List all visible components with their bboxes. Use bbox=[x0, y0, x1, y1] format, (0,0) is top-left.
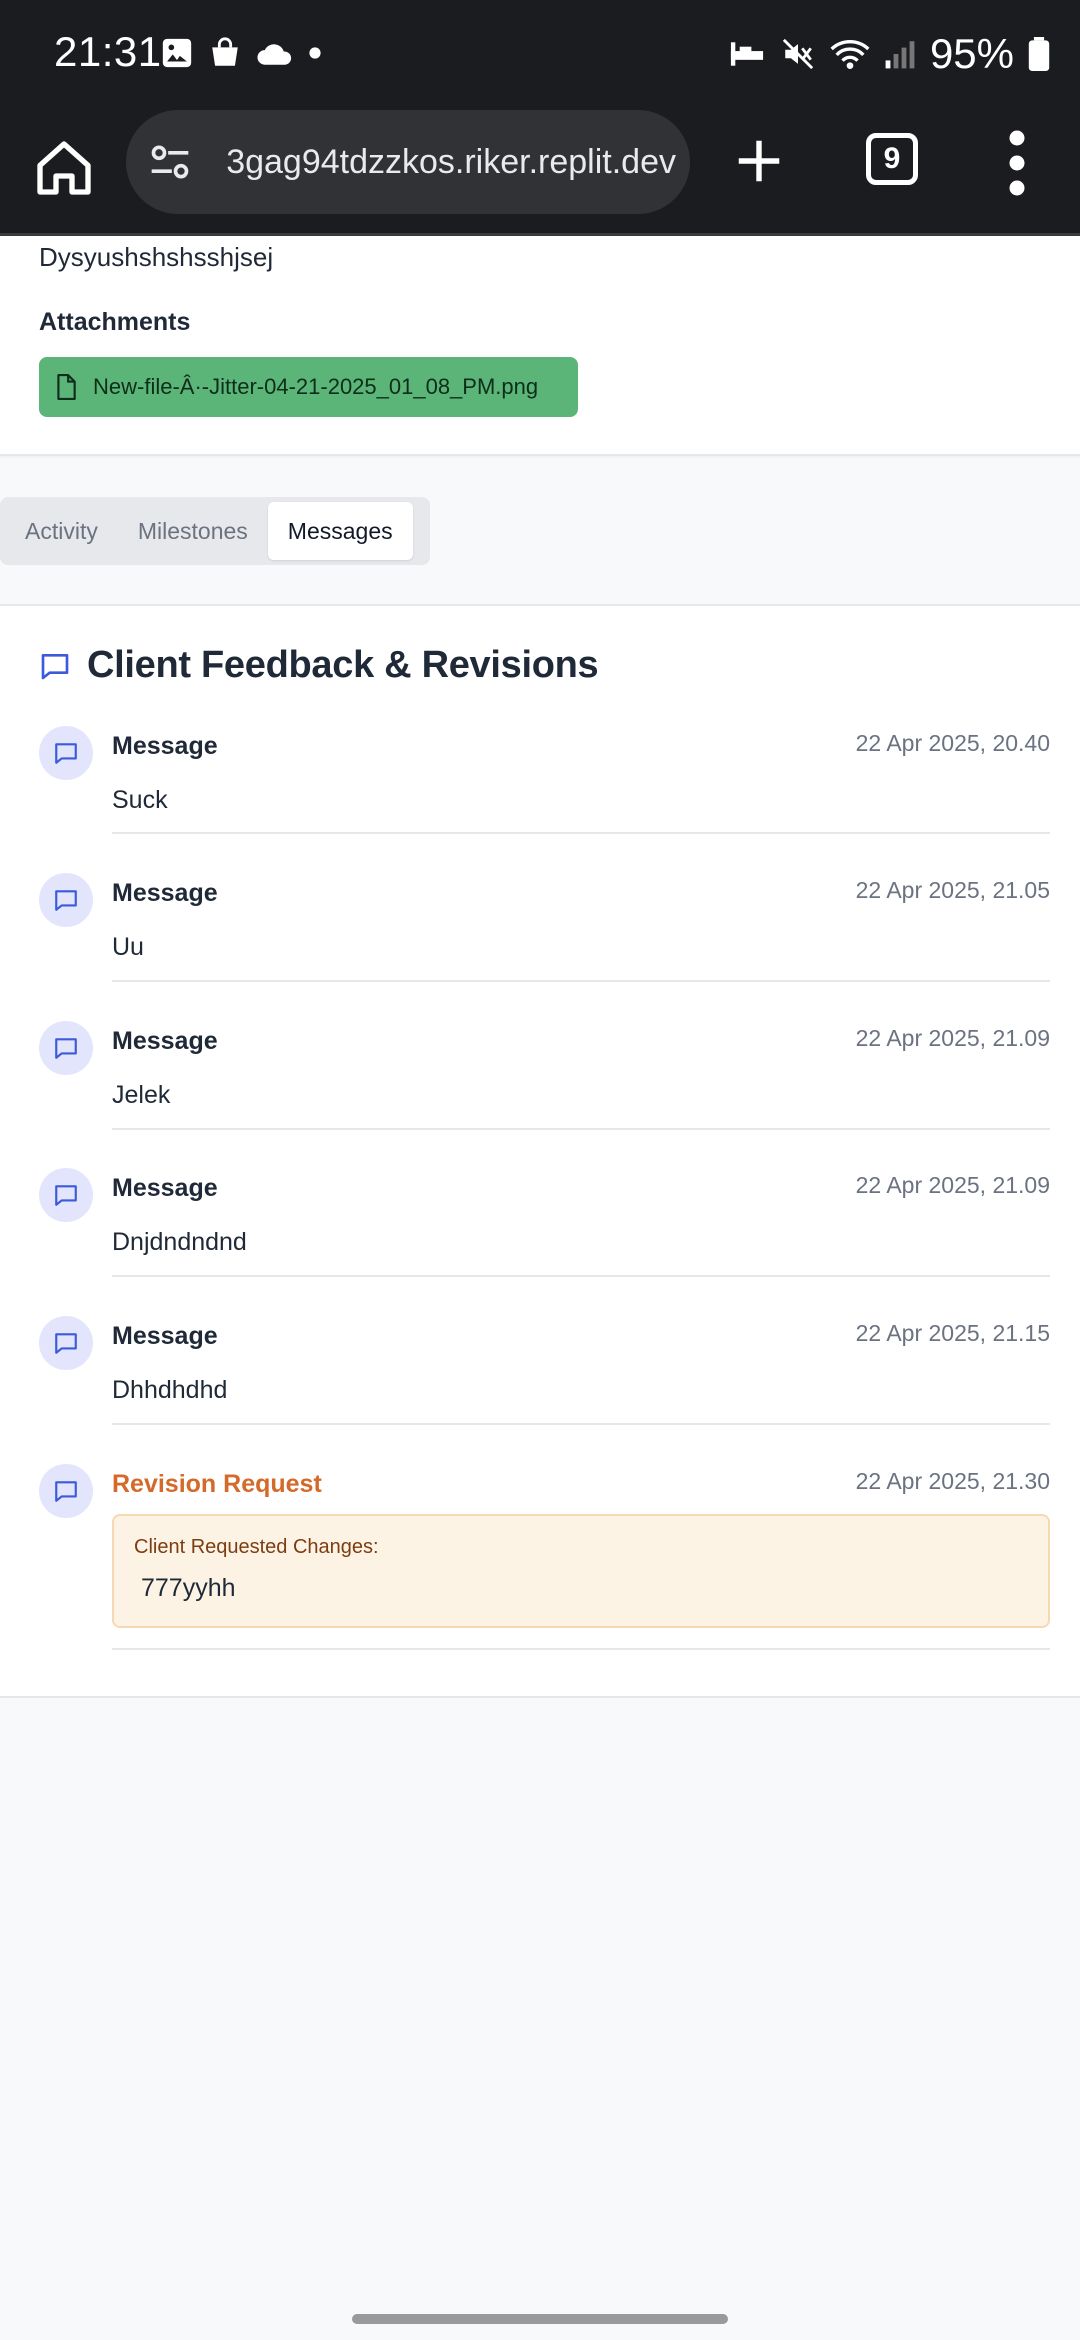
message-square-icon bbox=[41, 653, 69, 679]
message-avatar bbox=[39, 1168, 93, 1222]
message-text: Suck bbox=[112, 786, 168, 814]
message-item: Message 22 Apr 2025, 20.40 Suck bbox=[39, 726, 1050, 876]
status-bar: 21:31 95% bbox=[0, 0, 1080, 110]
message-icon bbox=[55, 1038, 77, 1059]
message-avatar bbox=[39, 1021, 93, 1075]
messages-card: Client Feedback & Revisions Message 22 A… bbox=[0, 604, 1080, 1698]
gallery-icon bbox=[162, 38, 192, 68]
message-avatar bbox=[39, 1464, 93, 1518]
attachments-heading: Attachments bbox=[39, 308, 191, 336]
message-item: Message 22 Apr 2025, 21.15 Dhhdhdhd bbox=[39, 1316, 1050, 1466]
url-text[interactable]: 3gag94tdzzkos.riker.replit.dev bbox=[206, 140, 676, 184]
site-settings-icon[interactable] bbox=[148, 140, 192, 184]
more-menu-icon[interactable] bbox=[1004, 128, 1030, 198]
message-type: Message bbox=[112, 1027, 218, 1055]
message-divider bbox=[112, 832, 1050, 834]
message-timestamp: 22 Apr 2025, 21.09 bbox=[855, 1025, 1050, 1051]
card-header: Client Feedback & Revisions bbox=[39, 644, 599, 687]
message-timestamp: 22 Apr 2025, 21.09 bbox=[855, 1172, 1050, 1198]
browser-chrome: 21:31 95% 3gag94tdzzkos.riker.replit.dev… bbox=[0, 0, 1080, 236]
shopping-bag-icon bbox=[212, 37, 238, 66]
revision-details-box: Client Requested Changes: 777yyhh bbox=[112, 1514, 1050, 1628]
revision-label: Client Requested Changes: bbox=[134, 1536, 379, 1558]
message-icon bbox=[55, 743, 77, 764]
card-title: Client Feedback & Revisions bbox=[87, 644, 599, 686]
message-type: Message bbox=[112, 1174, 218, 1202]
address-bar[interactable]: 3gag94tdzzkos.riker.replit.dev bbox=[126, 110, 690, 214]
message-divider bbox=[112, 980, 1050, 982]
signal-icon bbox=[885, 41, 915, 69]
status-time: 21:31 bbox=[54, 28, 162, 75]
cloud-icon bbox=[257, 44, 292, 65]
message-divider bbox=[112, 1275, 1050, 1277]
message-text: Jelek bbox=[112, 1081, 171, 1109]
message-icon bbox=[55, 1481, 77, 1502]
message-timestamp: 22 Apr 2025, 21.15 bbox=[855, 1320, 1050, 1346]
mute-icon bbox=[782, 38, 814, 70]
message-icon bbox=[55, 1185, 77, 1206]
dot-icon bbox=[309, 47, 321, 59]
url-value: 3gag94tdzzkos.riker.replit.dev bbox=[226, 143, 676, 181]
tab-milestones[interactable]: Milestones bbox=[118, 502, 268, 560]
message-icon bbox=[55, 1333, 77, 1354]
message-avatar bbox=[39, 873, 93, 927]
message-divider bbox=[112, 1423, 1050, 1425]
message-icon bbox=[55, 890, 77, 911]
wifi-icon bbox=[830, 40, 870, 69]
message-type: Message bbox=[112, 732, 218, 760]
browser-toolbar: 3gag94tdzzkos.riker.replit.dev 9 bbox=[0, 110, 1080, 236]
battery-percentage: 95% bbox=[929, 30, 1014, 77]
tab-switcher-button[interactable]: 9 bbox=[866, 133, 918, 185]
message-item: Message 22 Apr 2025, 21.09 Dnjdndndnd bbox=[39, 1168, 1050, 1318]
message-text: Uu bbox=[112, 933, 144, 961]
detail-tabs: Activity Milestones Messages bbox=[0, 497, 430, 565]
tab-activity[interactable]: Activity bbox=[5, 502, 118, 560]
message-avatar bbox=[39, 1316, 93, 1370]
home-indicator[interactable] bbox=[352, 2314, 728, 2324]
message-divider bbox=[112, 1128, 1050, 1130]
sleep-mode-icon bbox=[730, 42, 764, 66]
home-icon[interactable] bbox=[32, 136, 96, 200]
system-icons: 95% bbox=[728, 30, 1050, 78]
message-text: Dnjdndndnd bbox=[112, 1228, 247, 1256]
message-text: Dhhdhdhd bbox=[112, 1376, 228, 1404]
new-tab-icon[interactable] bbox=[732, 134, 786, 188]
tab-messages[interactable]: Messages bbox=[267, 502, 413, 560]
attachment-filename: New-file-Â·-Jitter-04-21-2025_01_08_PM.p… bbox=[93, 374, 539, 399]
project-description: Dysyushshshsshjsej bbox=[39, 242, 274, 272]
revision-timestamp: 22 Apr 2025, 21.30 bbox=[855, 1468, 1050, 1494]
file-icon bbox=[57, 374, 76, 400]
message-timestamp: 22 Apr 2025, 20.40 bbox=[855, 730, 1050, 756]
message-type: Message bbox=[112, 1322, 218, 1350]
project-details-card: Dysyushshshsshjsej Attachments New-file-… bbox=[0, 236, 1080, 456]
attachment-file[interactable]: New-file-Â·-Jitter-04-21-2025_01_08_PM.p… bbox=[39, 357, 578, 417]
battery-icon bbox=[1028, 37, 1050, 71]
message-item: Message 22 Apr 2025, 21.09 Jelek bbox=[39, 1021, 1050, 1171]
message-timestamp: 22 Apr 2025, 21.05 bbox=[855, 877, 1050, 903]
revision-text: 777yyhh bbox=[141, 1574, 236, 1602]
revision-type: Revision Request bbox=[112, 1470, 322, 1498]
message-divider bbox=[112, 1648, 1050, 1650]
message-type: Message bbox=[112, 879, 218, 907]
message-avatar bbox=[39, 726, 93, 780]
message-item: Message 22 Apr 2025, 21.05 Uu bbox=[39, 873, 1050, 1023]
notification-icons bbox=[160, 36, 322, 70]
revision-request-item: Revision Request 22 Apr 2025, 21.30 Clie… bbox=[39, 1464, 1050, 1664]
